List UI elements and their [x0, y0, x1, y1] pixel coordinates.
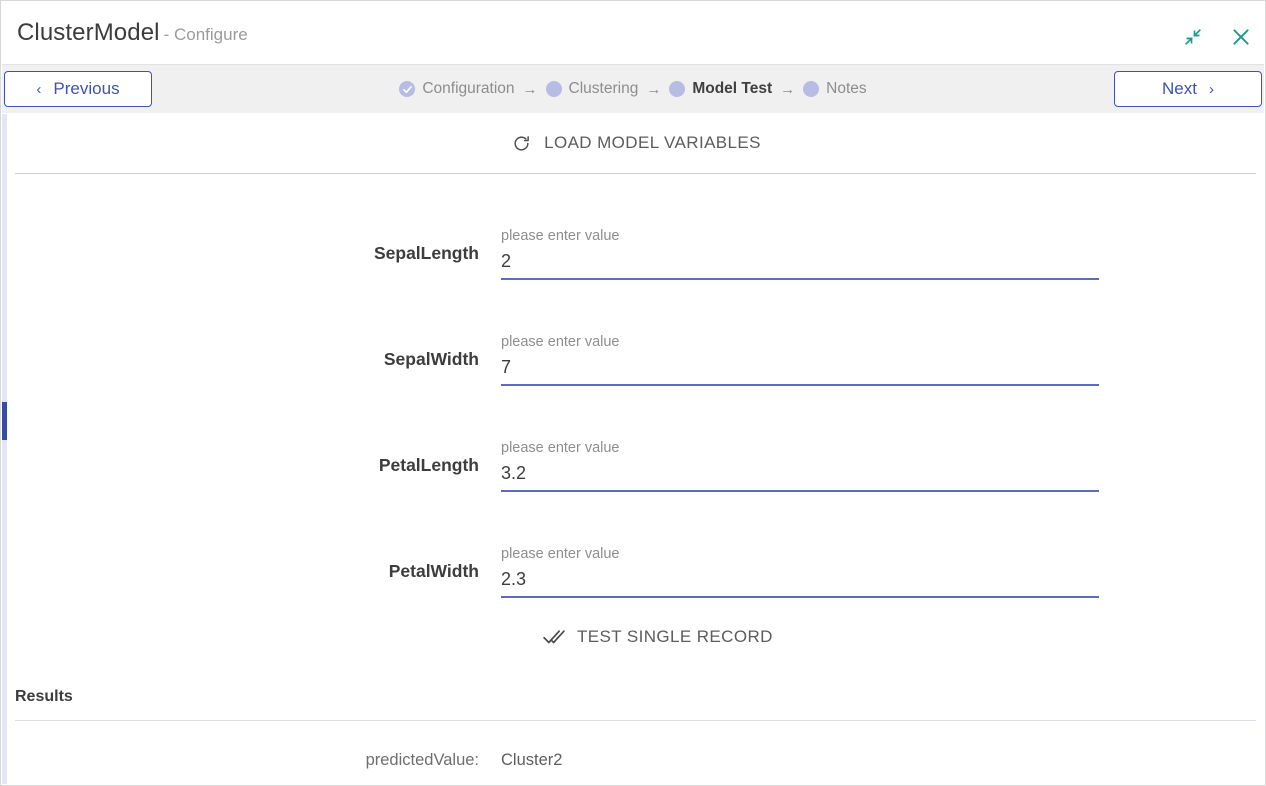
load-model-variables-button[interactable]: LOAD MODEL VARIABLES	[504, 128, 767, 158]
field-control: please enter value	[501, 228, 1099, 280]
stepper-label: Notes	[826, 80, 867, 97]
field-row-sepalwidth: SepalWidth please enter value	[7, 280, 1264, 386]
wizard-navbar: Configuration → Clustering → Model Test …	[2, 65, 1264, 113]
field-row-petallength: PetalLength please enter value	[7, 386, 1264, 492]
model-variables-form: SepalLength please enter value SepalWidt…	[7, 174, 1264, 598]
load-model-variables-label: LOAD MODEL VARIABLES	[544, 133, 761, 152]
chevron-right-icon: ›	[1208, 80, 1214, 98]
field-control: please enter value	[501, 440, 1099, 492]
sepallength-input[interactable]	[501, 251, 1099, 280]
field-row-petalwidth: PetalWidth please enter value	[7, 492, 1264, 598]
field-label: SepalWidth	[383, 349, 479, 369]
stepper-item-notes[interactable]: Notes	[803, 80, 867, 98]
result-value: Cluster2	[501, 751, 563, 769]
next-button[interactable]: Next ›	[1114, 71, 1262, 107]
window-actions	[1182, 26, 1252, 48]
close-icon[interactable]	[1230, 26, 1252, 48]
title-bar: ClusterModel - Configure	[2, 2, 1264, 65]
double-check-icon	[543, 626, 565, 648]
field-hint: please enter value	[501, 546, 620, 562]
dot-icon	[803, 81, 820, 97]
page-title-sub: - Configure	[163, 25, 248, 44]
page-title: ClusterModel - Configure	[17, 19, 248, 47]
configure-content: LOAD MODEL VARIABLES SepalLength please …	[7, 113, 1264, 784]
collapse-arrows-icon[interactable]	[1182, 26, 1204, 48]
stepper-label: Model Test	[692, 80, 773, 97]
next-button-label: Next	[1162, 79, 1197, 98]
field-label: PetalWidth	[388, 561, 479, 581]
wizard-stepper: Configuration → Clustering → Model Test …	[2, 65, 1264, 113]
configure-window: ClusterModel - Configure Configuration →…	[0, 0, 1266, 786]
previous-button[interactable]: ‹ Previous	[4, 71, 152, 107]
dot-icon	[669, 81, 686, 97]
sepalwidth-input[interactable]	[501, 357, 1099, 386]
stepper-label: Configuration	[422, 80, 515, 97]
test-single-record-label: TEST SINGLE RECORD	[577, 627, 773, 646]
chevron-left-icon: ‹	[36, 80, 42, 98]
refresh-icon	[510, 132, 532, 154]
field-control: please enter value	[501, 334, 1099, 386]
field-hint: please enter value	[501, 440, 620, 456]
field-row-sepallength: SepalLength please enter value	[7, 174, 1264, 280]
stepper-item-model-test[interactable]: Model Test	[669, 80, 772, 98]
stepper-arrow: →	[522, 80, 538, 98]
result-row: predictedValue: Cluster2	[7, 721, 1264, 770]
stepper-arrow: →	[780, 80, 796, 98]
field-label: PetalLength	[378, 455, 479, 475]
field-label: SepalLength	[373, 243, 479, 263]
load-model-variables-row: LOAD MODEL VARIABLES	[7, 113, 1264, 173]
dot-icon	[545, 81, 562, 97]
results-heading: Results	[15, 688, 73, 705]
stepper-item-clustering[interactable]: Clustering	[545, 80, 639, 98]
stepper-label: Clustering	[568, 80, 639, 97]
petalwidth-input[interactable]	[501, 569, 1099, 598]
petallength-input[interactable]	[501, 463, 1099, 492]
test-single-record-row: TEST SINGLE RECORD	[7, 598, 1264, 676]
field-hint: please enter value	[501, 228, 620, 244]
previous-button-label: Previous	[53, 79, 120, 98]
page-title-main: ClusterModel	[17, 19, 160, 46]
check-circle-icon	[399, 81, 416, 97]
test-single-record-button[interactable]: TEST SINGLE RECORD	[537, 622, 779, 652]
field-hint: please enter value	[501, 334, 620, 350]
stepper-arrow: →	[646, 80, 662, 98]
field-control: please enter value	[501, 546, 1099, 598]
stepper-item-configuration[interactable]: Configuration	[399, 80, 515, 98]
result-key: predictedValue:	[365, 751, 479, 769]
